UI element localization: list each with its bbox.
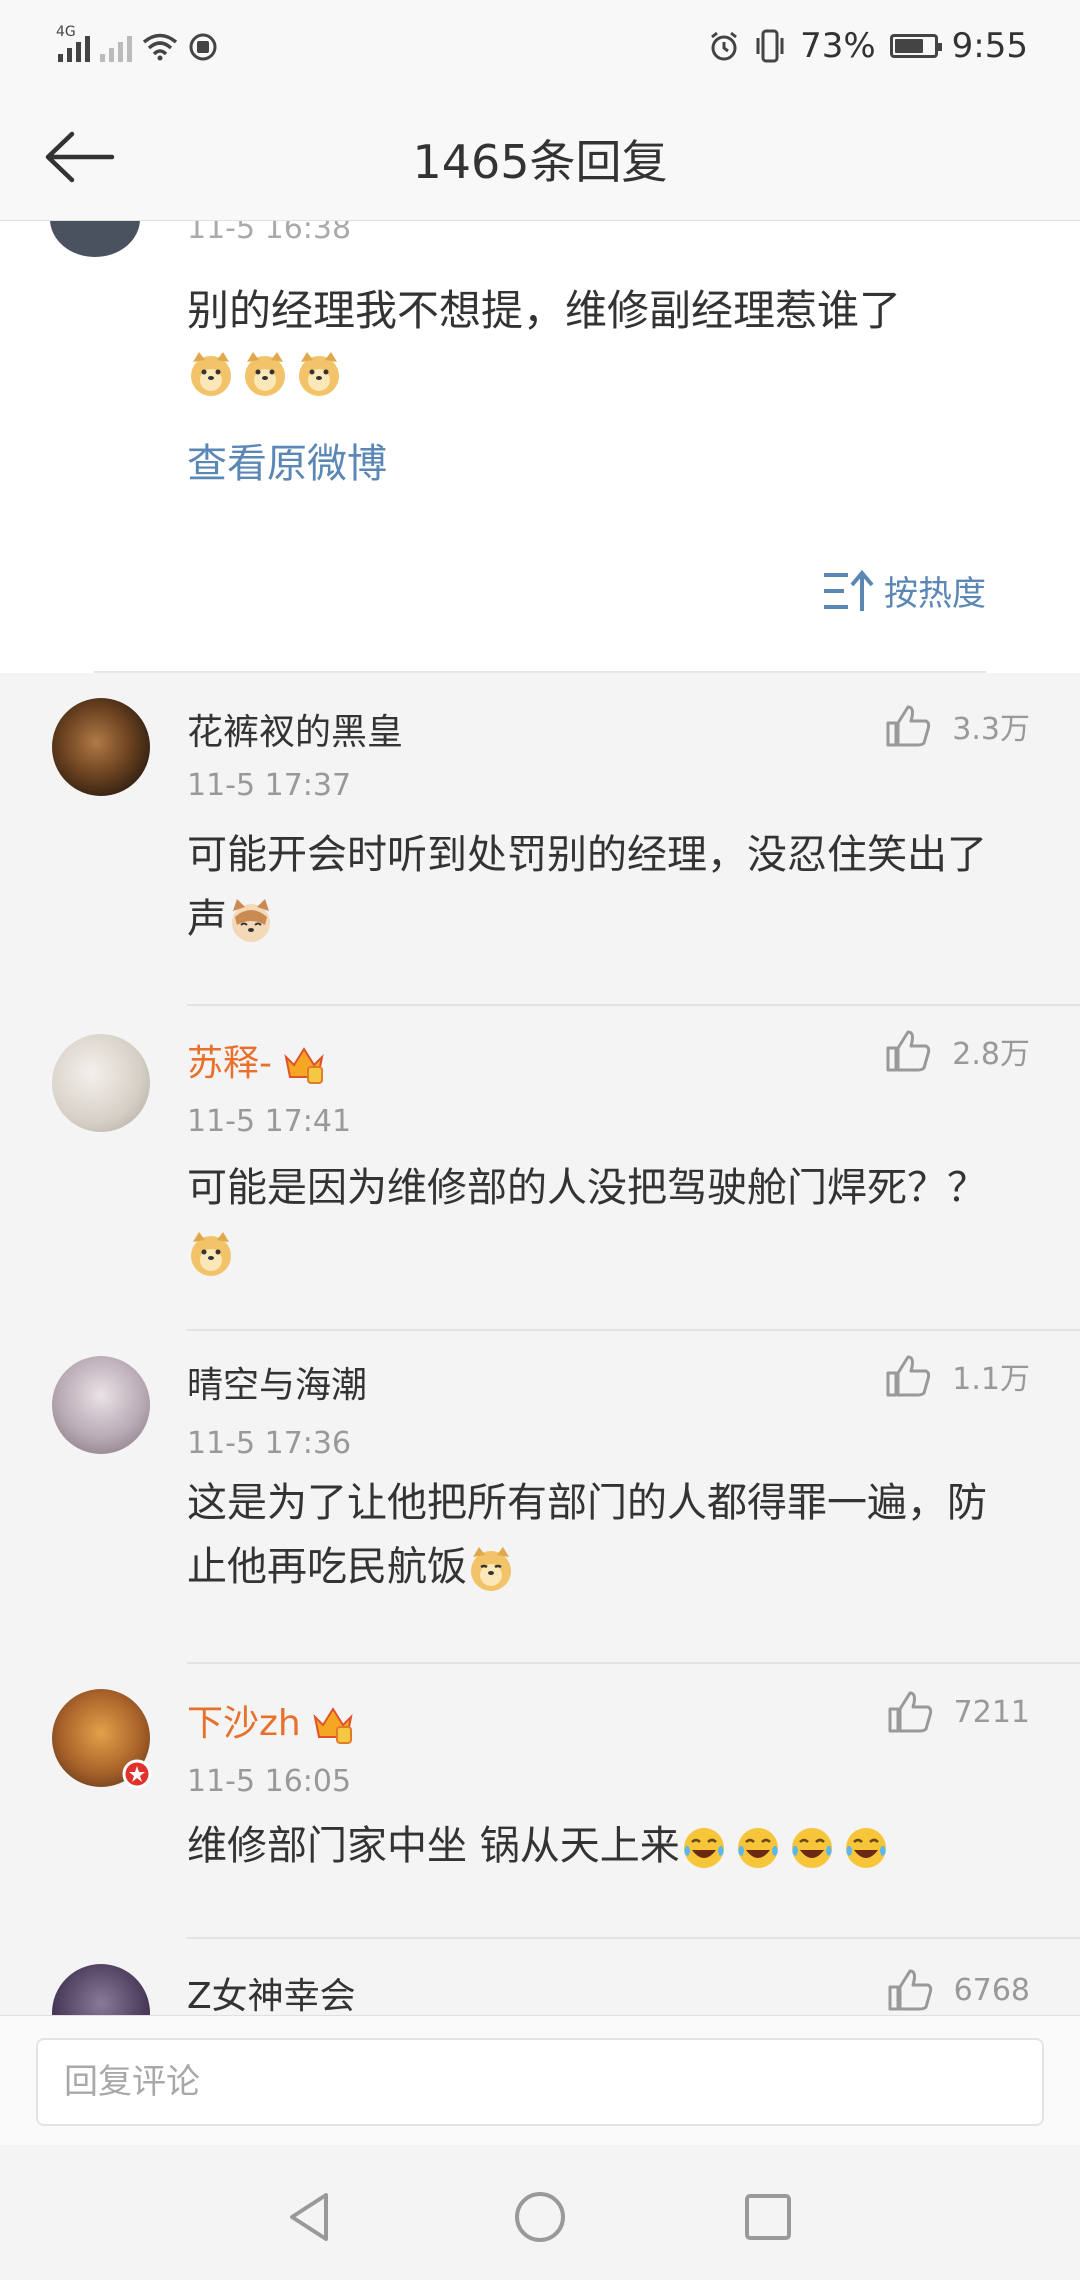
clock: 9:55 bbox=[951, 26, 1028, 66]
sort-button[interactable]: 按热度 bbox=[822, 566, 986, 615]
doge-emoji bbox=[191, 1232, 231, 1276]
author-name: 下沙zh bbox=[187, 1703, 301, 1744]
alarm-icon bbox=[711, 31, 737, 61]
like-count: 3.3万 bbox=[952, 712, 1030, 747]
comment-text: 维修部门家中坐 锅从天上来 bbox=[187, 1814, 1027, 1878]
comment-text: 这是为了让他把所有部门的人都得罪一遍，防 止他再吃民航饭 bbox=[187, 1471, 1027, 1599]
like-count: 6768 bbox=[953, 1972, 1030, 2008]
thumbs-up-icon bbox=[888, 1969, 932, 2011]
notification-icon bbox=[189, 33, 217, 61]
doge-emoji bbox=[299, 351, 339, 396]
comment-author[interactable]: 下沙zh bbox=[187, 1694, 355, 1747]
reply-bar bbox=[0, 2015, 1080, 2146]
like-count: 2.8万 bbox=[952, 1037, 1030, 1072]
avatar[interactable] bbox=[52, 1356, 150, 1454]
comment-author[interactable]: 花裤衩的黑皇 bbox=[187, 703, 403, 755]
laugh-cry-emoji bbox=[791, 1828, 832, 1868]
avatar[interactable] bbox=[52, 698, 150, 796]
doge-emoji bbox=[471, 1547, 511, 1591]
comment-item: 花裤衩的黑皇 11-5 17:37 3.3万 可能开会时听到处罚别的经理，没忍住… bbox=[0, 673, 1080, 1006]
sort-label: 按热度 bbox=[884, 574, 986, 614]
comment-item: Z女神幸会 6768 bbox=[0, 1939, 1080, 2019]
reply-input[interactable] bbox=[36, 2038, 1044, 2126]
sort-icon bbox=[824, 569, 874, 611]
nav-home-icon[interactable] bbox=[510, 2187, 570, 2247]
doge-emoji bbox=[245, 351, 285, 396]
laugh-cry-emoji bbox=[683, 1828, 724, 1868]
crown-icon bbox=[313, 1707, 353, 1744]
comment-item: 下沙zh 11-5 16:05 7211 维修部门家中坐 锅从天上来 bbox=[0, 1664, 1080, 1939]
status-left: 4G bbox=[56, 24, 218, 70]
comment-line: 可能开会时听到处罚别的经理，没忍住笑出了 bbox=[187, 832, 987, 878]
battery-percent: 73% bbox=[800, 26, 876, 66]
like-button[interactable]: 1.1万 bbox=[884, 1353, 1030, 1399]
nav-recents-icon[interactable] bbox=[738, 2187, 798, 2247]
laugh-cry-emoji bbox=[737, 1828, 778, 1868]
page-title: 1465条回复 bbox=[412, 135, 668, 189]
post-text: 别的经理我不想提，维修副经理惹谁了 bbox=[187, 281, 1027, 401]
comment-time: 11-5 17:41 bbox=[187, 1104, 352, 1139]
like-button[interactable]: 2.8万 bbox=[884, 1028, 1030, 1074]
avatar[interactable] bbox=[52, 1964, 150, 2019]
signal-icon-secondary bbox=[100, 32, 132, 62]
wifi-icon bbox=[142, 33, 178, 61]
vibrate-icon bbox=[756, 29, 784, 63]
thumbs-up-icon bbox=[886, 1355, 931, 1397]
crown-icon bbox=[284, 1047, 324, 1084]
comment-text: 可能是因为维修部的人没把驾驶舱门焊死？？ bbox=[187, 1156, 1027, 1284]
view-original-link[interactable]: 查看原微博 bbox=[187, 431, 387, 489]
avatar[interactable] bbox=[52, 1689, 152, 1789]
like-button[interactable]: 6768 bbox=[886, 1967, 1030, 2013]
comment-line: 止他再吃民航饭 bbox=[187, 1544, 467, 1590]
battery-icon bbox=[889, 34, 942, 58]
like-button[interactable]: 7211 bbox=[886, 1689, 1030, 1735]
like-count: 1.1万 bbox=[952, 1362, 1030, 1397]
laugh-cry-emoji bbox=[845, 1828, 886, 1868]
comment-author[interactable]: 苏释- bbox=[187, 1034, 326, 1087]
comment-line: 这是为了让他把所有部门的人都得罪一遍，防 bbox=[187, 1480, 987, 1526]
author-name: 苏释- bbox=[187, 1043, 272, 1084]
network-type: 4G bbox=[56, 24, 76, 40]
thumbs-up-icon bbox=[888, 1691, 932, 1733]
avatar[interactable] bbox=[50, 221, 140, 257]
comment-item: 苏释- 11-5 17:41 2.8万 可能是因为维修部的人没把驾驶舱门焊死？？ bbox=[0, 1006, 1080, 1331]
cat-emoji bbox=[232, 899, 270, 942]
comment-line: 维修部门家中坐 锅从天上来 bbox=[187, 1823, 680, 1869]
doge-emoji bbox=[191, 351, 231, 396]
comment-item: 晴空与海潮 11-5 17:36 1.1万 这是为了让他把所有部门的人都得罪一遍… bbox=[0, 1331, 1080, 1664]
comment-text: 可能开会时听到处罚别的经理，没忍住笑出了 声 bbox=[187, 823, 1027, 951]
post-time: 11-5 16:38 bbox=[187, 221, 352, 246]
verified-badge-icon bbox=[122, 1759, 152, 1789]
avatar[interactable] bbox=[52, 1034, 150, 1132]
original-post: 11-5 16:38 别的经理我不想提，维修副经理惹谁了 查看原微博 按热度 bbox=[0, 221, 1080, 673]
like-count: 7211 bbox=[953, 1694, 1030, 1730]
nav-back-icon[interactable] bbox=[280, 2187, 340, 2247]
thumbs-up-icon bbox=[886, 705, 931, 747]
comment-time: 11-5 17:37 bbox=[187, 768, 352, 803]
comment-line: 声 bbox=[187, 896, 227, 942]
comment-time: 11-5 16:05 bbox=[187, 1764, 352, 1799]
comment-author[interactable]: 晴空与海潮 bbox=[187, 1356, 367, 1408]
comment-time: 11-5 17:36 bbox=[187, 1426, 352, 1461]
signal-icon: 4G bbox=[56, 24, 90, 62]
post-text-content: 别的经理我不想提，维修副经理惹谁了 bbox=[187, 286, 902, 335]
comment-list: 花裤衩的黑皇 11-5 17:37 3.3万 可能开会时听到处罚别的经理，没忍住… bbox=[0, 673, 1080, 2019]
system-nav-bar bbox=[0, 2145, 1080, 2280]
comment-line: 可能是因为维修部的人没把驾驶舱门焊死？？ bbox=[187, 1165, 987, 1211]
top-bar: 1465条回复 bbox=[0, 92, 1080, 221]
status-bar: 4G 73% 9:55 bbox=[0, 0, 1080, 92]
status-right: 73% 9:55 bbox=[708, 20, 1028, 72]
comment-author[interactable]: Z女神幸会 bbox=[187, 1967, 356, 2019]
thumbs-up-icon bbox=[886, 1030, 931, 1072]
like-button[interactable]: 3.3万 bbox=[884, 703, 1030, 749]
